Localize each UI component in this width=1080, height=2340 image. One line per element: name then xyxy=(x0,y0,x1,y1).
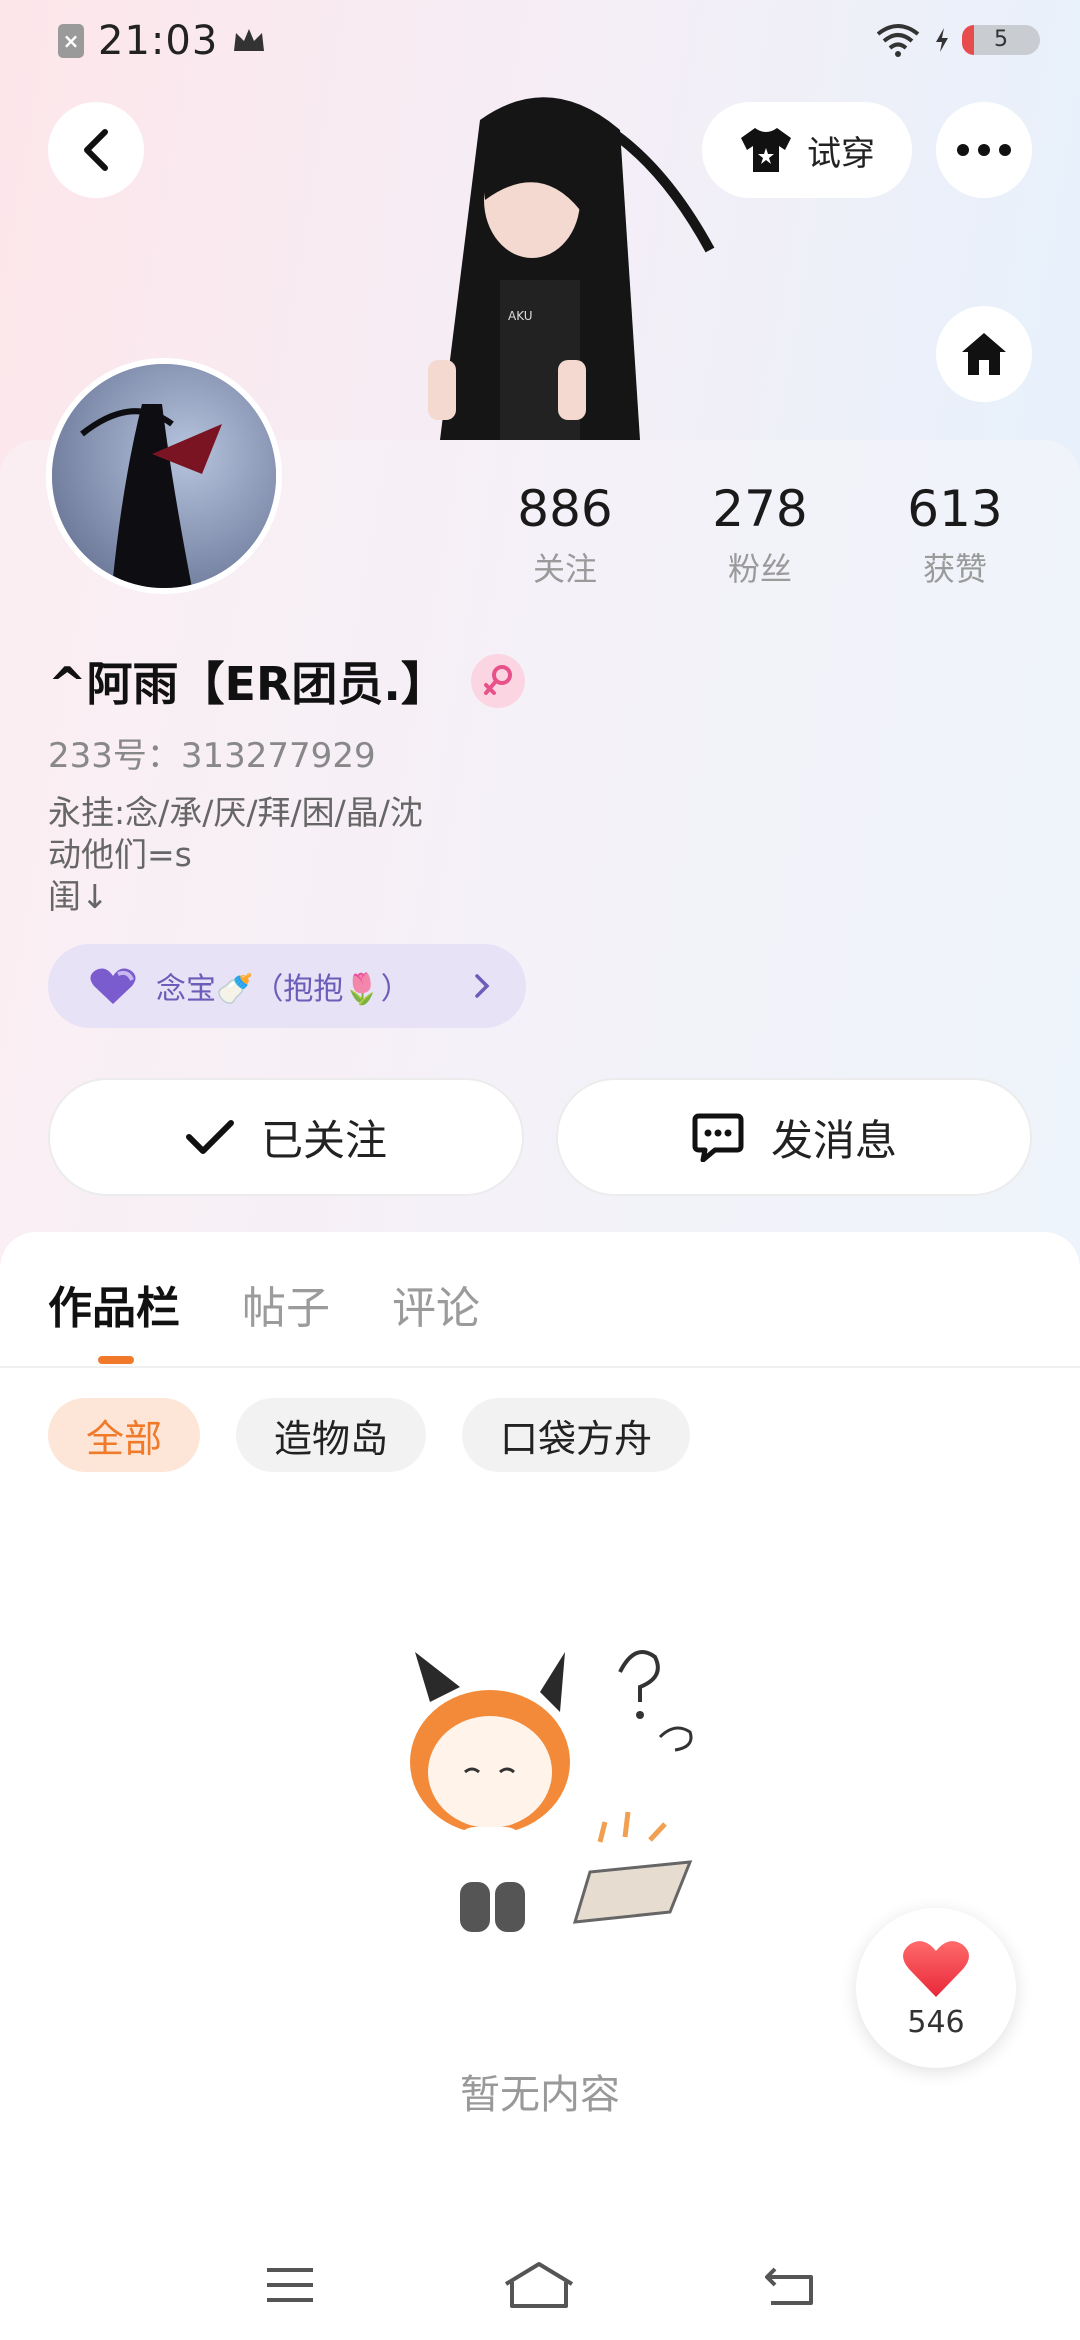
avatar-figure-image: AKU xyxy=(428,97,715,440)
svg-text:AKU: AKU xyxy=(508,309,533,323)
following-label: 已关注 xyxy=(260,1115,387,1165)
bio-line: 永挂:念/承/厌/拜/困/晶/沈 xyxy=(48,793,423,832)
menu-icon[interactable] xyxy=(263,2264,317,2306)
more-dots-icon xyxy=(957,144,1011,156)
send-message-label: 发消息 xyxy=(770,1115,897,1165)
bio-line: 动他们=s xyxy=(48,835,192,874)
avatar[interactable] xyxy=(46,358,282,594)
avatar-image xyxy=(52,364,276,588)
try-on-button[interactable]: 试穿 xyxy=(702,102,912,198)
like-count: 546 xyxy=(907,2004,965,2040)
user-id: 233号：313277929 xyxy=(48,736,376,776)
back-button[interactable] xyxy=(48,102,144,198)
no-sim-icon: × xyxy=(58,24,84,58)
stat-followers[interactable]: 278 粉丝 xyxy=(685,480,835,590)
profile-page: × 21:03 5 AKU 试穿 886 关注 278 粉丝 613 获赞 ^阿… xyxy=(0,0,1080,2340)
chip-pocket-ark[interactable]: 口袋方舟 xyxy=(462,1398,691,1472)
status-time: 21:03 xyxy=(98,18,219,64)
content-tabs: 作品栏 帖子 评论 xyxy=(48,1272,480,1336)
check-icon xyxy=(185,1120,234,1154)
active-tab-indicator xyxy=(98,1356,134,1364)
home-button[interactable] xyxy=(936,306,1032,402)
chevron-right-icon xyxy=(475,974,490,998)
home-nav-icon[interactable] xyxy=(502,2260,576,2310)
try-on-label: 试穿 xyxy=(807,133,875,174)
stat-likes[interactable]: 613 获赞 xyxy=(880,480,1030,590)
like-button[interactable]: 546 xyxy=(856,1908,1016,2068)
female-gender-icon xyxy=(470,654,525,708)
content-section: 作品栏 帖子 评论 全部 造物岛 口袋方舟 暂无内容 xyxy=(0,1232,1080,2340)
tshirt-icon xyxy=(741,128,791,172)
empty-state-text: 暂无内容 xyxy=(460,2072,620,2118)
stat-following[interactable]: 886 关注 xyxy=(490,480,640,590)
tab-posts[interactable]: 帖子 xyxy=(242,1272,330,1336)
fan-badge-label: 念宝🍼（抱抱🌷） xyxy=(156,972,411,1007)
send-message-button[interactable]: 发消息 xyxy=(556,1078,1032,1196)
fan-club-badge[interactable]: 念宝🍼（抱抱🌷） xyxy=(48,944,526,1028)
tab-comments[interactable]: 评论 xyxy=(392,1272,480,1336)
more-button[interactable] xyxy=(936,102,1032,198)
heart-icon xyxy=(903,1940,969,1997)
chat-bubble-icon xyxy=(692,1113,744,1162)
chip-creation-island[interactable]: 造物岛 xyxy=(236,1398,427,1472)
empty-state-illustration xyxy=(410,1650,693,1932)
chevron-left-icon xyxy=(84,129,108,171)
bio: 永挂:念/承/厌/拜/困/晶/沈 动他们=s 闺↓ xyxy=(48,792,608,918)
status-bar: × 21:03 5 xyxy=(0,0,1080,84)
wifi-icon xyxy=(876,24,920,57)
profile-stats: 886 关注 278 粉丝 613 获赞 xyxy=(490,480,1030,590)
tab-works[interactable]: 作品栏 xyxy=(48,1272,180,1336)
divider xyxy=(0,1366,1080,1368)
system-nav-bar xyxy=(0,2230,1080,2340)
battery-indicator: 5 xyxy=(962,25,1040,55)
heart-badge-icon xyxy=(90,968,136,1004)
following-button[interactable]: 已关注 xyxy=(48,1078,524,1196)
filter-chips: 全部 造物岛 口袋方舟 xyxy=(48,1398,691,1472)
chip-all[interactable]: 全部 xyxy=(48,1398,201,1472)
bio-line: 闺↓ xyxy=(48,877,109,916)
charging-icon xyxy=(936,28,948,52)
back-nav-icon[interactable] xyxy=(761,2263,817,2307)
crown-icon xyxy=(234,29,265,51)
home-icon xyxy=(962,333,1006,375)
nickname: ^阿雨【ER团员.】 xyxy=(48,657,447,711)
